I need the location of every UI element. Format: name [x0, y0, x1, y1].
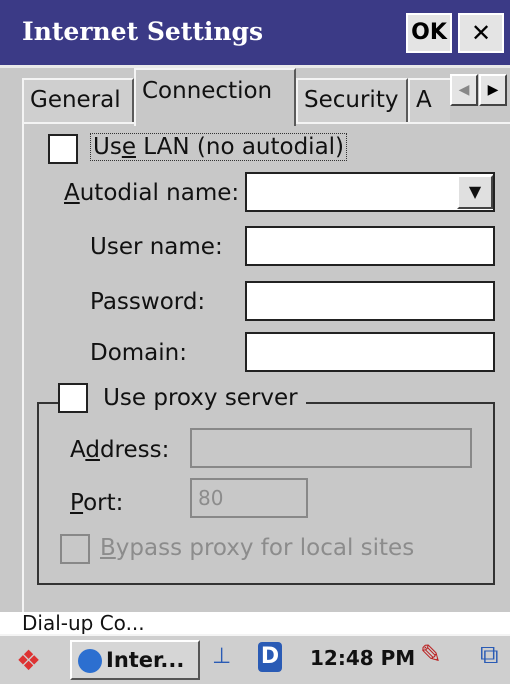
port-label: Port:	[70, 490, 124, 516]
use-lan-checkbox[interactable]	[48, 134, 78, 164]
autodial-name-label: Autodial name:	[64, 180, 240, 206]
user-name-label: User name:	[90, 234, 223, 260]
input-panel-icon[interactable]: ✎	[420, 640, 442, 670]
password-input[interactable]	[245, 281, 495, 321]
tab-strip: General Connection Security A	[0, 68, 510, 126]
window-title: Internet Settings	[22, 17, 264, 46]
address-label: Address:	[70, 437, 170, 463]
tab-scroll-right-icon[interactable]: ▶	[479, 74, 507, 106]
chevron-down-icon[interactable]: ▼	[457, 175, 493, 209]
tab-general[interactable]: General	[22, 78, 134, 124]
taskbar: ❖ Inter... ⊥ D 12:48 PM ✎ ⧉	[0, 634, 510, 684]
globe-icon	[78, 649, 102, 673]
password-label: Password:	[90, 289, 206, 315]
taskbar-internet-button[interactable]: Inter...	[70, 640, 200, 680]
network-icon[interactable]: ⊥	[212, 644, 231, 669]
address-input[interactable]	[190, 428, 472, 468]
taskbar-internet-label: Inter...	[106, 648, 185, 672]
ok-button[interactable]: OK	[406, 13, 452, 53]
tab-scroll-left-icon[interactable]: ◀	[450, 74, 478, 106]
dialup-status-strip: Dial-up Co...	[0, 612, 510, 634]
clock[interactable]: 12:48 PM	[310, 646, 415, 670]
bypass-proxy-checkbox[interactable]	[60, 534, 90, 564]
start-flag-icon[interactable]: ❖	[16, 644, 41, 677]
tab-advanced-partial[interactable]: A	[408, 78, 450, 124]
tab-security[interactable]: Security	[296, 78, 408, 124]
domain-label: Domain:	[90, 340, 187, 366]
tab-connection[interactable]: Connection	[134, 68, 296, 126]
user-name-input[interactable]	[245, 226, 495, 266]
use-proxy-label[interactable]: Use proxy server	[103, 385, 298, 411]
port-input[interactable]: 80	[190, 478, 308, 518]
domain-input[interactable]	[245, 332, 495, 372]
bypass-proxy-label: Bypass proxy for local sites	[100, 535, 415, 561]
show-desktop-icon[interactable]: ⧉	[480, 640, 499, 671]
close-button[interactable]: ✕	[458, 13, 504, 53]
d-app-icon[interactable]: D	[258, 642, 282, 672]
title-bar: Internet Settings OK ✕	[0, 0, 510, 68]
use-proxy-checkbox[interactable]	[58, 383, 88, 413]
proxy-group-legend: Use proxy server	[58, 383, 306, 417]
use-lan-label[interactable]: Use LAN (no autodial)	[90, 133, 348, 161]
